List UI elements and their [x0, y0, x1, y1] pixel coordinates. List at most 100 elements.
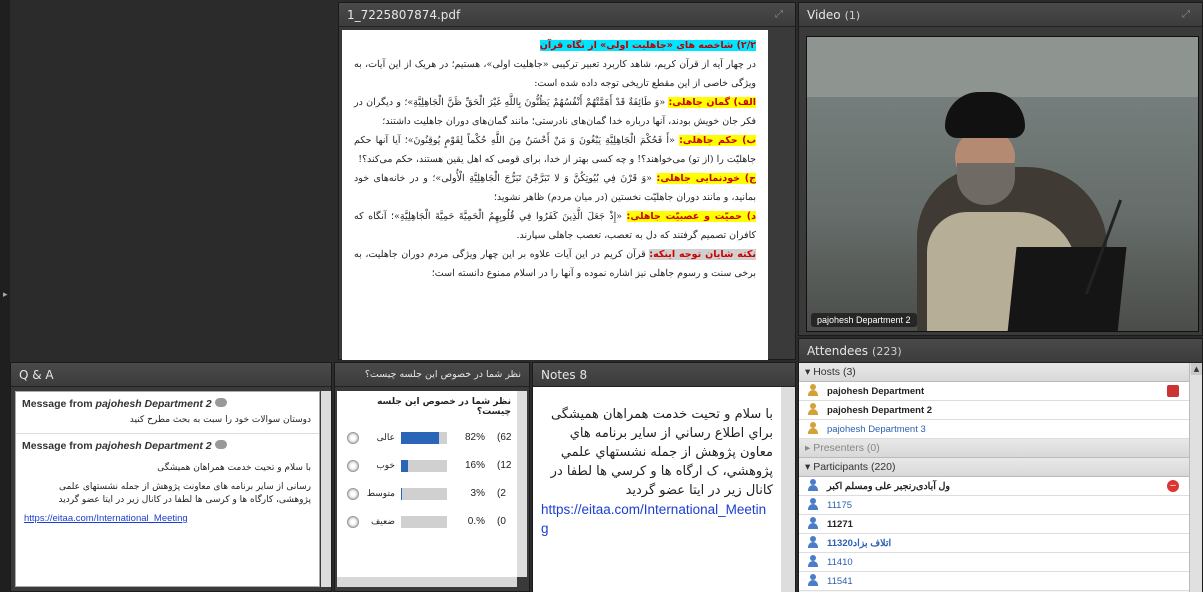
radio-button[interactable] — [347, 460, 359, 472]
notes-link[interactable]: https://eitaa.com/International_Meeting — [541, 500, 773, 538]
attendees-pod: Attendees (223) ▾ Hosts (3) pajohesh Depa… — [798, 338, 1203, 592]
expand-arrow-icon[interactable]: ▸ — [3, 290, 8, 300]
poll-pod-header: نظر شما در خصوص این جلسه چیست؟ — [335, 363, 529, 387]
attendee-name: 11175 — [827, 500, 853, 511]
attendee-row[interactable]: 11320اتلاف بزاد — [799, 534, 1189, 553]
radio-button[interactable] — [347, 516, 359, 528]
poll-result-bar — [401, 488, 447, 500]
qa-message-text: با سلام و تحیت خدمت همراهان همیشگی — [157, 463, 311, 473]
left-collapse-strip[interactable]: ▸ — [0, 0, 10, 592]
participant-icon — [807, 555, 819, 567]
pdf-subheading: نکته شایان توجه اینکه: — [649, 249, 756, 260]
poll-percent: 82% — [464, 432, 485, 443]
speech-bubble-icon — [214, 398, 227, 407]
qa-message-header: Message from pajohesh Department 2 — [16, 433, 319, 454]
pdf-subheading: الف) گمان جاهلی: — [668, 97, 756, 108]
attendee-name: 11271 — [827, 519, 853, 530]
qa-message-prefix: Message from — [22, 398, 93, 410]
attendee-name: 11410 — [827, 557, 853, 568]
attendee-row[interactable]: 11175 — [799, 496, 1189, 515]
edit-icon[interactable] — [1167, 385, 1179, 397]
attendee-row[interactable]: pajohesh Department — [799, 382, 1189, 401]
video-pod-header: Video (1) ⤢ — [799, 3, 1202, 27]
qa-message-link[interactable]: https://eitaa.com/International_Meeting — [16, 513, 319, 530]
video-wall — [807, 37, 1198, 97]
pdf-section-heading: ۲/۲) شاخصه های «جاهلیت اولی» از نگاه قرآ… — [539, 40, 756, 51]
qa-message-header: Message from pajohesh Department 2 — [16, 392, 319, 412]
poll-option[interactable]: ضعیف 0.% (0 — [337, 509, 517, 537]
pdf-document-page[interactable]: ۲/۲) شاخصه های «جاهلیت اولی» از نگاه قرآ… — [342, 30, 768, 360]
attendee-scrollbar[interactable]: ▲ — [1189, 363, 1202, 592]
share-pod-header: 1_7225807874.pdf ⤢ — [339, 3, 795, 27]
host-icon — [807, 403, 819, 415]
presenters-group-header[interactable]: ▸ Presenters (0) — [799, 439, 1189, 458]
poll-horizontal-scrollbar[interactable] — [337, 577, 517, 587]
host-icon — [807, 422, 819, 434]
qa-scrollbar[interactable] — [321, 391, 331, 587]
participants-group-header[interactable]: ▾ Participants (220) — [799, 458, 1189, 477]
poll-question: نظر شما در خصوص این جلسه چیست؟ — [377, 397, 511, 417]
attendee-row[interactable]: pajohesh Department 2 — [799, 401, 1189, 420]
radio-button[interactable] — [347, 488, 359, 500]
attendees-title: Attendees — [807, 344, 869, 358]
poll-count: (62 — [497, 432, 512, 443]
poll-bar-fill — [401, 432, 439, 444]
participant-icon — [807, 479, 819, 491]
notes-scrollbar[interactable] — [781, 387, 795, 592]
qa-message-prefix: Message from — [22, 440, 93, 452]
participant-icon — [807, 574, 819, 586]
attendees-count: (223) — [872, 345, 902, 358]
attendee-row[interactable]: pajohesh Department 3 — [799, 420, 1189, 439]
poll-title: نظر شما در خصوص این جلسه چیست؟ — [364, 369, 521, 380]
poll-result-bar — [401, 460, 447, 472]
notes-pod: Notes 8 با سلام و تحیت خدمت همراهان همیش… — [532, 362, 796, 592]
poll-bar-fill — [401, 460, 409, 472]
share-pod: 1_7225807874.pdf ⤢ ۲/۲) شاخصه های «جاهلی… — [338, 2, 796, 360]
qa-message-sender: pajohesh Department 2 — [95, 398, 212, 410]
poll-percent: 3% — [470, 488, 485, 499]
poll-option[interactable]: خوب 16% (12 — [337, 453, 517, 481]
poll-scrollbar[interactable] — [517, 391, 527, 577]
attendee-list: ▾ Hosts (3) pajohesh Department pajohesh… — [799, 363, 1189, 592]
attendee-row[interactable]: 11410 — [799, 553, 1189, 572]
attendee-name: pajohesh Department — [827, 386, 925, 397]
webcam-video-feed[interactable]: pajohesh Department 2 — [806, 36, 1199, 332]
poll-percent: 0.% — [467, 516, 485, 527]
poll-results: نظر شما در خصوص این جلسه چیست؟ عالی 82% … — [337, 391, 517, 577]
fullscreen-icon[interactable]: ⤢ — [1182, 9, 1194, 21]
poll-bar-fill — [401, 488, 403, 500]
poll-option-label: عالی — [376, 432, 395, 442]
attendee-row[interactable]: 11271 — [799, 515, 1189, 534]
attendees-pod-header: Attendees (223) — [799, 339, 1202, 363]
qa-pod-header: Q & A — [11, 363, 331, 387]
participant-icon — [807, 536, 819, 548]
poll-option[interactable]: متوسط 3% (2 — [337, 481, 517, 509]
qa-message-list: Message from pajohesh Department 2 دوستا… — [15, 391, 320, 587]
attendee-row[interactable]: ول آبادی‌رنجبر علی ومسلم اکبر – — [799, 477, 1189, 496]
host-icon — [807, 384, 819, 396]
attendee-row[interactable]: 11541 — [799, 572, 1189, 591]
qa-pod: Q & A Message from pajohesh Department 2… — [10, 362, 332, 592]
scroll-up-icon[interactable]: ▲ — [1191, 363, 1202, 375]
video-count: (1) — [844, 9, 861, 22]
poll-count: (12 — [497, 460, 512, 471]
poll-count: (0 — [497, 516, 506, 527]
video-pod: Video (1) ⤢ pajohesh Department 2 — [798, 2, 1203, 336]
pdf-paragraph: در چهار آیه از قرآن کریم، شاهد کاربرد تع… — [354, 59, 756, 89]
attendee-name: 11541 — [827, 576, 853, 587]
hosts-group-header[interactable]: ▾ Hosts (3) — [799, 363, 1189, 382]
speech-bubble-icon — [214, 440, 227, 449]
share-pod-title: 1_7225807874.pdf — [347, 8, 461, 22]
participant-icon — [807, 517, 819, 529]
video-speaker-label: pajohesh Department 2 — [811, 313, 917, 327]
attendee-name: pajohesh Department 3 — [827, 424, 926, 435]
poll-option[interactable]: عالی 82% (62 — [337, 425, 517, 453]
remove-icon[interactable]: – — [1167, 480, 1179, 492]
pdf-subheading: د) حمیّت و عصبیّت جاهلی: — [626, 211, 756, 222]
pdf-subheading: ب) حکم جاهلی: — [679, 135, 756, 146]
notes-pod-header: Notes 8 — [533, 363, 795, 387]
notes-content[interactable]: با سلام و تحیت خدمت همراهان همیشگی براي … — [533, 387, 783, 592]
fullscreen-icon[interactable]: ⤢ — [775, 9, 787, 21]
poll-percent: 16% — [464, 460, 485, 471]
radio-button[interactable] — [347, 432, 359, 444]
